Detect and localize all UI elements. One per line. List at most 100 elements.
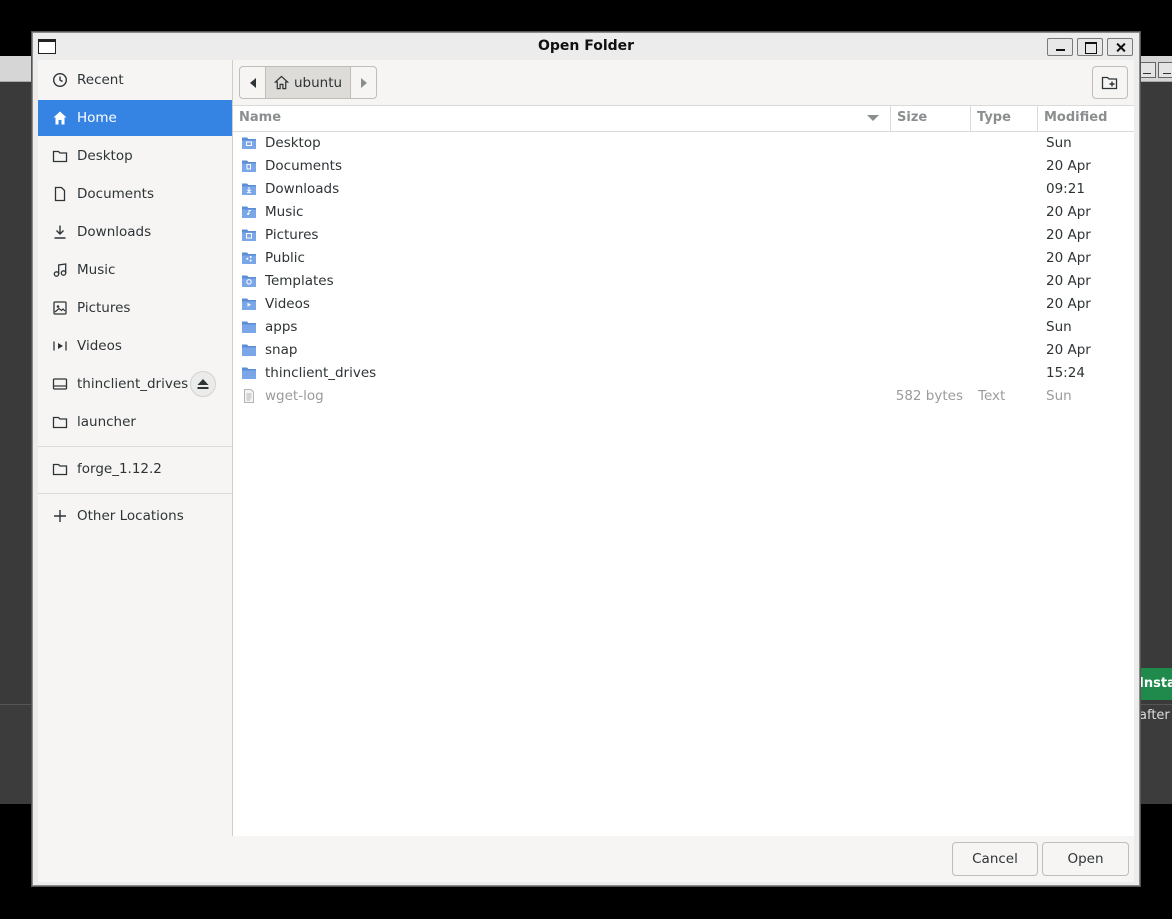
- home-icon: [52, 110, 68, 126]
- file-modified: 20 Apr: [1046, 250, 1091, 266]
- file-modified: 20 Apr: [1046, 204, 1091, 220]
- open-folder-dialog: Open Folder Recent Home Desktop Document…: [32, 32, 1140, 886]
- path-home-button[interactable]: ubuntu: [265, 67, 351, 98]
- dialog-titlebar[interactable]: Open Folder: [33, 33, 1139, 59]
- folder-videos-icon: [241, 296, 257, 312]
- folder-documents-icon: [241, 158, 257, 174]
- file-size: 582 bytes: [895, 388, 963, 404]
- new-folder-button[interactable]: [1092, 66, 1128, 99]
- file-row[interactable]: thinclient_drives 15:24: [233, 362, 1134, 385]
- path-current-label: ubuntu: [293, 74, 343, 91]
- open-button[interactable]: Open: [1042, 842, 1129, 876]
- file-modified: Sun: [1046, 388, 1072, 404]
- file-name: Videos: [265, 296, 310, 312]
- file-modified: Sun: [1046, 319, 1072, 335]
- home-icon: [273, 75, 289, 90]
- file-row[interactable]: Downloads 09:21: [233, 178, 1134, 201]
- close-button[interactable]: [1107, 38, 1133, 56]
- sidebar-item-label: Recent: [77, 72, 124, 88]
- sidebar-item-music[interactable]: Music: [38, 252, 232, 288]
- file-modified: 20 Apr: [1046, 227, 1091, 243]
- file-name: Music: [265, 204, 304, 220]
- column-name[interactable]: Name: [233, 106, 891, 132]
- background-install-button[interactable]: Insta: [1136, 668, 1172, 700]
- folder-public-icon: [241, 250, 257, 266]
- video-icon: [52, 338, 68, 354]
- maximize-button[interactable]: [1077, 38, 1103, 56]
- column-modified[interactable]: Modified: [1038, 106, 1134, 132]
- file-row[interactable]: Public 20 Apr: [233, 247, 1134, 270]
- folder-icon: [241, 342, 257, 358]
- folder-icon: [241, 365, 257, 381]
- folder-downloads-icon: [241, 181, 257, 197]
- text-file-icon: [241, 388, 257, 404]
- path-breadcrumb: ubuntu: [239, 66, 377, 99]
- column-type[interactable]: Type: [971, 106, 1038, 132]
- chevron-left-icon: [249, 77, 256, 88]
- file-row[interactable]: Pictures 20 Apr: [233, 224, 1134, 247]
- folder-icon: [241, 319, 257, 335]
- sidebar-item-recent[interactable]: Recent: [38, 62, 232, 98]
- file-modified: 20 Apr: [1046, 273, 1091, 289]
- background-after-text: after In: [1139, 708, 1172, 723]
- sidebar-item-label: Documents: [77, 186, 154, 202]
- file-row[interactable]: snap 20 Apr: [233, 339, 1134, 362]
- sidebar-item-label: Music: [77, 262, 116, 278]
- background-minimize-button[interactable]: [1138, 62, 1156, 78]
- sidebar-item-downloads[interactable]: Downloads: [38, 214, 232, 250]
- file-name: wget-log: [265, 388, 324, 404]
- sidebar-item-thinclient-drives[interactable]: thinclient_drives: [38, 366, 232, 402]
- file-name: Public: [265, 250, 305, 266]
- sidebar-item-launcher[interactable]: launcher: [38, 404, 232, 440]
- sidebar-item-home[interactable]: Home: [38, 100, 232, 136]
- file-row[interactable]: Videos 20 Apr: [233, 293, 1134, 316]
- sidebar-separator: [38, 493, 232, 494]
- sidebar-bookmark-forge[interactable]: forge_1.12.2: [38, 451, 232, 487]
- drive-icon: [52, 376, 68, 392]
- file-modified: 15:24: [1046, 365, 1085, 381]
- path-forward-button[interactable]: [351, 67, 376, 98]
- path-back-button[interactable]: [240, 67, 265, 98]
- background-maximize-button[interactable]: [1158, 62, 1172, 78]
- places-sidebar: Recent Home Desktop Documents Downloads …: [38, 60, 233, 836]
- file-name: Documents: [265, 158, 342, 174]
- sort-descending-icon: [867, 115, 879, 121]
- sidebar-item-pictures[interactable]: Pictures: [38, 290, 232, 326]
- sidebar-item-label: Videos: [77, 338, 122, 354]
- folder-music-icon: [241, 204, 257, 220]
- sidebar-item-other-locations[interactable]: Other Locations: [38, 498, 232, 534]
- download-icon: [52, 224, 68, 240]
- file-modified: 20 Apr: [1046, 158, 1091, 174]
- file-modified: Sun: [1046, 135, 1072, 151]
- folder-icon: [52, 414, 68, 430]
- file-modified: 20 Apr: [1046, 342, 1091, 358]
- sidebar-item-label: Home: [77, 110, 117, 126]
- folder-pictures-icon: [241, 227, 257, 243]
- file-row[interactable]: wget-log 582 bytes Text Sun: [233, 385, 1134, 408]
- file-name: Desktop: [265, 135, 321, 151]
- sidebar-item-label: thinclient_drives: [77, 376, 189, 392]
- sidebar-item-videos[interactable]: Videos: [38, 328, 232, 364]
- folder-icon: [52, 461, 68, 477]
- document-icon: [52, 186, 68, 202]
- sidebar-item-label: Other Locations: [77, 508, 184, 524]
- eject-button[interactable]: [190, 371, 216, 397]
- sidebar-item-label: Pictures: [77, 300, 131, 316]
- file-row[interactable]: Desktop Sun: [233, 132, 1134, 155]
- file-row[interactable]: apps Sun: [233, 316, 1134, 339]
- file-row[interactable]: Templates 20 Apr: [233, 270, 1134, 293]
- file-modified: 09:21: [1046, 181, 1085, 197]
- cancel-button[interactable]: Cancel: [952, 842, 1038, 876]
- eject-icon: [197, 379, 209, 389]
- sidebar-item-desktop[interactable]: Desktop: [38, 138, 232, 174]
- file-row[interactable]: Documents 20 Apr: [233, 155, 1134, 178]
- file-name: snap: [265, 342, 298, 358]
- dialog-body: Recent Home Desktop Documents Downloads …: [38, 60, 1134, 836]
- sidebar-item-documents[interactable]: Documents: [38, 176, 232, 212]
- minimize-button[interactable]: [1047, 38, 1073, 56]
- column-size[interactable]: Size: [891, 106, 971, 132]
- sidebar-item-label: forge_1.12.2: [77, 461, 162, 477]
- file-name: Pictures: [265, 227, 319, 243]
- file-row[interactable]: Music 20 Apr: [233, 201, 1134, 224]
- sidebar-item-label: Desktop: [77, 148, 133, 164]
